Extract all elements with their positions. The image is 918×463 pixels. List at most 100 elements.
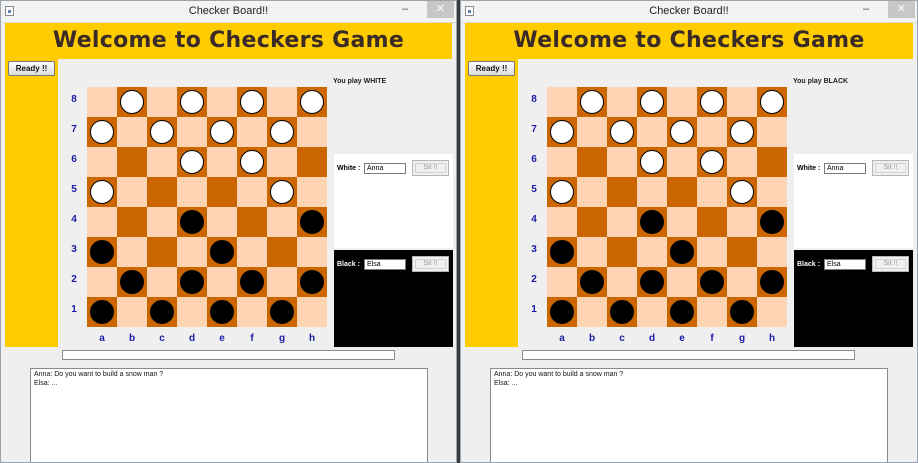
- board-square-b4[interactable]: [117, 207, 147, 237]
- board-square-a6[interactable]: [87, 147, 117, 177]
- board-square-c1[interactable]: [147, 297, 177, 327]
- board-square-e5[interactable]: [207, 177, 237, 207]
- board-square-e1[interactable]: [667, 297, 697, 327]
- board-square-h2[interactable]: [757, 267, 787, 297]
- board-square-h1[interactable]: [297, 297, 327, 327]
- black-checker-piece[interactable]: [150, 300, 174, 324]
- board-square-b3[interactable]: [577, 237, 607, 267]
- white-checker-piece[interactable]: [270, 180, 294, 204]
- black-player-name-field[interactable]: Elsa: [824, 259, 866, 270]
- chat-log[interactable]: Anna: Do you want to build a snow man ? E…: [490, 368, 888, 462]
- board-square-b5[interactable]: [117, 177, 147, 207]
- white-checker-piece[interactable]: [270, 120, 294, 144]
- ready-button[interactable]: Ready !!: [8, 61, 55, 76]
- white-checker-piece[interactable]: [640, 150, 664, 174]
- board-square-b2[interactable]: [117, 267, 147, 297]
- board-square-c2[interactable]: [607, 267, 637, 297]
- black-checker-piece[interactable]: [730, 300, 754, 324]
- board-square-g3[interactable]: [727, 237, 757, 267]
- board-square-d8[interactable]: [637, 87, 667, 117]
- board-square-e6[interactable]: [207, 147, 237, 177]
- black-checker-piece[interactable]: [90, 300, 114, 324]
- white-checker-piece[interactable]: [240, 150, 264, 174]
- board-square-a2[interactable]: [547, 267, 577, 297]
- minimize-button[interactable]: –: [398, 1, 412, 18]
- board-square-h6[interactable]: [757, 147, 787, 177]
- board-square-f1[interactable]: [237, 297, 267, 327]
- board-square-c4[interactable]: [147, 207, 177, 237]
- white-checker-piece[interactable]: [90, 120, 114, 144]
- white-sit-button[interactable]: Sit !!: [412, 160, 449, 176]
- board-square-h8[interactable]: [757, 87, 787, 117]
- board-square-f6[interactable]: [697, 147, 727, 177]
- board-square-a3[interactable]: [547, 237, 577, 267]
- board-square-g1[interactable]: [727, 297, 757, 327]
- board-square-f7[interactable]: [237, 117, 267, 147]
- white-checker-piece[interactable]: [240, 90, 264, 114]
- board-square-b7[interactable]: [577, 117, 607, 147]
- white-checker-piece[interactable]: [580, 90, 604, 114]
- white-checker-piece[interactable]: [150, 120, 174, 144]
- black-checker-piece[interactable]: [120, 270, 144, 294]
- board-square-g5[interactable]: [727, 177, 757, 207]
- board-square-g2[interactable]: [727, 267, 757, 297]
- board-square-f4[interactable]: [697, 207, 727, 237]
- board-square-c5[interactable]: [147, 177, 177, 207]
- board-square-a5[interactable]: [547, 177, 577, 207]
- chat-message-input[interactable]: [522, 350, 855, 360]
- board-square-g6[interactable]: [267, 147, 297, 177]
- board-square-d7[interactable]: [637, 117, 667, 147]
- white-checker-piece[interactable]: [550, 120, 574, 144]
- board-square-a7[interactable]: [547, 117, 577, 147]
- board-square-a4[interactable]: [547, 207, 577, 237]
- white-checker-piece[interactable]: [730, 180, 754, 204]
- board-square-a1[interactable]: [87, 297, 117, 327]
- board-square-h8[interactable]: [297, 87, 327, 117]
- board-square-g8[interactable]: [727, 87, 757, 117]
- board-square-e3[interactable]: [667, 237, 697, 267]
- board-square-b7[interactable]: [117, 117, 147, 147]
- board-square-e4[interactable]: [667, 207, 697, 237]
- board-square-f4[interactable]: [237, 207, 267, 237]
- board-square-g2[interactable]: [267, 267, 297, 297]
- board-square-f8[interactable]: [237, 87, 267, 117]
- board-square-d1[interactable]: [177, 297, 207, 327]
- black-checker-piece[interactable]: [210, 240, 234, 264]
- board-square-f2[interactable]: [237, 267, 267, 297]
- board-square-f3[interactable]: [697, 237, 727, 267]
- board-square-e3[interactable]: [207, 237, 237, 267]
- board-square-c8[interactable]: [147, 87, 177, 117]
- white-checker-piece[interactable]: [300, 90, 324, 114]
- board-square-f3[interactable]: [237, 237, 267, 267]
- black-checker-piece[interactable]: [90, 240, 114, 264]
- board-square-e7[interactable]: [207, 117, 237, 147]
- board-square-c7[interactable]: [607, 117, 637, 147]
- board-square-d2[interactable]: [177, 267, 207, 297]
- black-checker-piece[interactable]: [210, 300, 234, 324]
- board-square-h6[interactable]: [297, 147, 327, 177]
- board-square-h5[interactable]: [297, 177, 327, 207]
- board-square-c1[interactable]: [607, 297, 637, 327]
- board-square-g5[interactable]: [267, 177, 297, 207]
- chat-log[interactable]: Anna: Do you want to build a snow man ? E…: [30, 368, 428, 462]
- board-square-d3[interactable]: [637, 237, 667, 267]
- board-square-g4[interactable]: [267, 207, 297, 237]
- board-square-h7[interactable]: [757, 117, 787, 147]
- board-square-f5[interactable]: [697, 177, 727, 207]
- board-square-g6[interactable]: [727, 147, 757, 177]
- white-checker-piece[interactable]: [120, 90, 144, 114]
- board-square-f1[interactable]: [697, 297, 727, 327]
- board-square-f8[interactable]: [697, 87, 727, 117]
- board-square-g1[interactable]: [267, 297, 297, 327]
- board-square-d6[interactable]: [177, 147, 207, 177]
- board-square-e1[interactable]: [207, 297, 237, 327]
- board-square-b8[interactable]: [577, 87, 607, 117]
- board-square-e7[interactable]: [667, 117, 697, 147]
- board-square-b5[interactable]: [577, 177, 607, 207]
- black-checker-piece[interactable]: [270, 300, 294, 324]
- board-square-a1[interactable]: [547, 297, 577, 327]
- board-square-a8[interactable]: [547, 87, 577, 117]
- black-checker-piece[interactable]: [640, 270, 664, 294]
- board-square-d2[interactable]: [637, 267, 667, 297]
- black-checker-piece[interactable]: [610, 300, 634, 324]
